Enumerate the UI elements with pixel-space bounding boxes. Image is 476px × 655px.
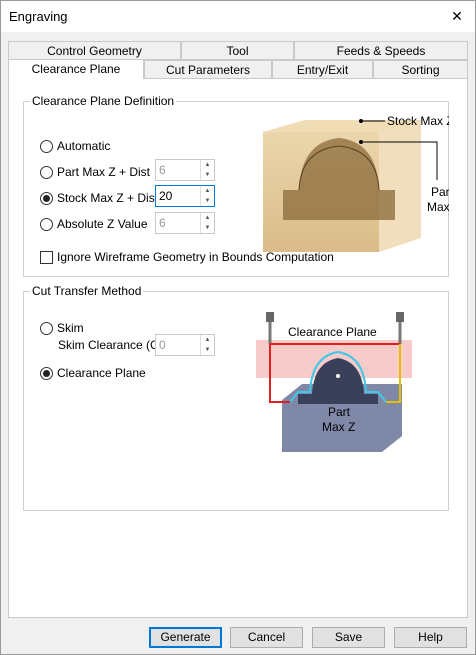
spin-down-icon[interactable]: ▼ [201, 196, 214, 206]
stock-max-z-illustration: Stock Max Z Part Max Z [263, 114, 449, 252]
spin-down-icon[interactable]: ▼ [201, 345, 214, 355]
close-icon[interactable]: ✕ [447, 6, 467, 26]
clearance-definition-legend: Clearance Plane Definition [30, 94, 177, 108]
tab-feeds-speeds[interactable]: Feeds & Speeds [294, 41, 468, 60]
stock-max-z-radio[interactable] [40, 191, 53, 205]
skim-radio[interactable] [40, 321, 53, 335]
spin-up-icon[interactable]: ▲ [201, 160, 214, 170]
part-max-z-dist-value[interactable]: 6 [156, 160, 200, 180]
tab-clearance-plane[interactable]: Clearance Plane [8, 59, 144, 79]
title-bar: Engraving ✕ [1, 1, 475, 32]
clearance-plane-illustration: Clearance Plane Part Max Z [256, 312, 412, 452]
part-max-z-caption-2: Max Z [427, 200, 449, 214]
part-caption-1: Part [328, 405, 351, 419]
spin-up-icon[interactable]: ▲ [201, 213, 214, 223]
part-max-z-label: Part Max Z + Dist [57, 165, 151, 179]
skim-clearance-input[interactable]: 0 ▲ ▼ [155, 334, 215, 356]
tab-cut-parameters[interactable]: Cut Parameters [144, 60, 272, 79]
window-title: Engraving [9, 9, 68, 24]
absolute-z-value[interactable]: 6 [156, 213, 200, 233]
tab-entry-exit[interactable]: Entry/Exit [272, 60, 373, 79]
tab-sorting[interactable]: Sorting [373, 60, 468, 79]
stock-max-z-dist-input[interactable]: 20 ▲ ▼ [155, 185, 215, 207]
clearance-definition-group: Clearance Plane Definition Automatic Par… [23, 94, 449, 277]
part-caption-2: Max Z [322, 420, 355, 434]
skim-radio-option[interactable]: Skim [40, 320, 84, 336]
absolute-z-radio[interactable] [40, 217, 53, 231]
automatic-label: Automatic [57, 139, 111, 153]
part-max-z-point-icon [336, 374, 340, 378]
spin-down-icon[interactable]: ▼ [201, 223, 214, 233]
stock-max-z-radio-option[interactable]: Stock Max Z + Dist [40, 190, 158, 206]
stock-max-z-dist-value[interactable]: 20 [156, 186, 200, 206]
tab-content-panel: Clearance Plane Definition Automatic Par… [8, 78, 468, 618]
clearance-plane-caption: Clearance Plane [288, 325, 377, 339]
tab-control-geometry[interactable]: Control Geometry [8, 41, 181, 60]
cut-transfer-group: Cut Transfer Method Skim Skim Clearance … [23, 284, 449, 511]
stock-max-z-caption: Stock Max Z [387, 114, 449, 128]
part-max-z-caption-1: Part [431, 185, 449, 199]
absolute-z-value-input[interactable]: 6 ▲ ▼ [155, 212, 215, 234]
tab-tool[interactable]: Tool [181, 41, 294, 60]
part-max-z-radio-option[interactable]: Part Max Z + Dist [40, 164, 150, 180]
part-max-z-point-icon [359, 140, 363, 144]
ignore-wireframe-checkbox[interactable] [40, 250, 53, 264]
part-max-z-radio[interactable] [40, 165, 53, 179]
spin-up-icon[interactable]: ▲ [201, 186, 214, 196]
tool-left-icon [266, 312, 274, 322]
clearance-plane-label: Clearance Plane [57, 366, 146, 380]
absolute-z-label: Absolute Z Value [57, 217, 148, 231]
engraving-dialog: Engraving ✕ Control Geometry Tool Feeds … [0, 0, 476, 655]
part-max-z-dist-input[interactable]: 6 ▲ ▼ [155, 159, 215, 181]
clearance-plane-radio-option[interactable]: Clearance Plane [40, 365, 146, 381]
skim-label: Skim [57, 321, 84, 335]
cut-transfer-legend: Cut Transfer Method [30, 284, 144, 298]
spin-down-icon[interactable]: ▼ [201, 170, 214, 180]
tool-right-icon [396, 312, 404, 322]
absolute-z-radio-option[interactable]: Absolute Z Value [40, 216, 148, 232]
automatic-radio[interactable] [40, 139, 53, 153]
ignore-wireframe-label: Ignore Wireframe Geometry in Bounds Comp… [57, 250, 334, 264]
generate-button[interactable]: Generate [149, 627, 222, 648]
stock-max-z-point-icon [359, 119, 363, 123]
save-button[interactable]: Save [312, 627, 385, 648]
help-button[interactable]: Help [394, 627, 467, 648]
stock-max-z-label: Stock Max Z + Dist [57, 191, 159, 205]
cancel-button[interactable]: Cancel [230, 627, 303, 648]
clearance-plane-radio[interactable] [40, 366, 53, 380]
spin-up-icon[interactable]: ▲ [201, 335, 214, 345]
skim-clearance-value[interactable]: 0 [156, 335, 200, 355]
skim-clearance-label: Skim Clearance (C) [58, 338, 163, 352]
automatic-radio-option[interactable]: Automatic [40, 138, 110, 154]
